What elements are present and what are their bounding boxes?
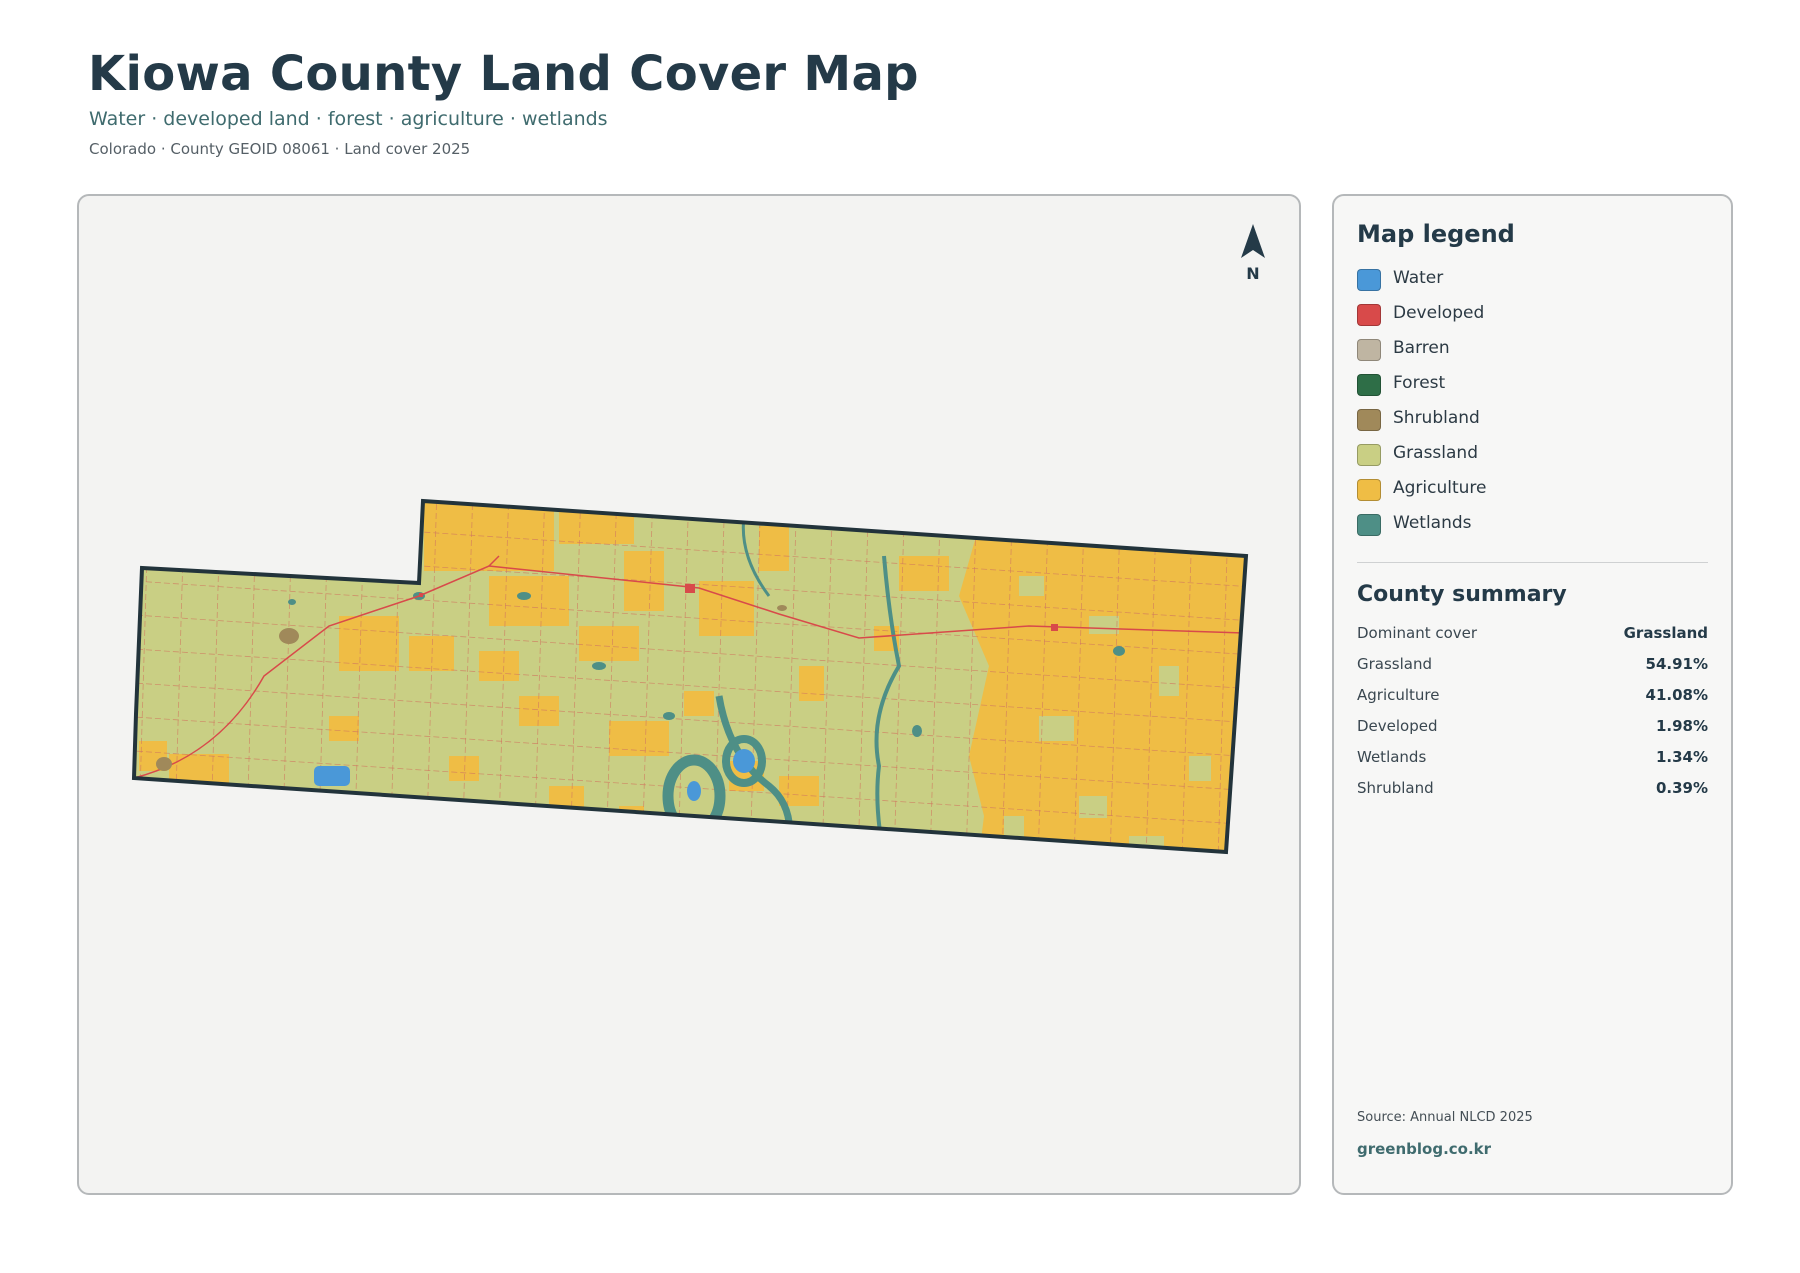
- water-body: [687, 781, 701, 801]
- summary-label: Grassland: [1357, 655, 1432, 673]
- legend-swatch: [1357, 339, 1381, 361]
- summary-table: Dominant cover Grassland Grassland 54.91% Ag…: [1357, 624, 1708, 810]
- agriculture-field: [559, 501, 634, 544]
- legend-item-agriculture: Agriculture: [1357, 476, 1487, 511]
- agriculture-field: [479, 651, 519, 681]
- grassland-patch: [1039, 716, 1074, 741]
- legend-item-water: Water: [1357, 266, 1487, 301]
- page-meta: Colorado · County GEOID 08061 · Land cov…: [89, 140, 471, 158]
- shrubland-patch: [156, 757, 172, 771]
- shrubland-patch: [777, 605, 787, 611]
- north-arrow-icon: [1241, 224, 1265, 258]
- legend-label: Wetlands: [1393, 513, 1472, 533]
- grassland-patch: [1089, 616, 1119, 634]
- legend-label: Forest: [1393, 373, 1446, 393]
- side-panel: Map legend Water Developed Barren Forest Shr…: [1332, 194, 1733, 1195]
- legend-item-grassland: Grassland: [1357, 441, 1487, 476]
- wetland-patch: [912, 725, 922, 737]
- page-title: Kiowa County Land Cover Map: [88, 46, 919, 102]
- summary-value: 41.08%: [1645, 686, 1708, 704]
- wetland-patch: [517, 592, 531, 600]
- legend-swatch: [1357, 374, 1381, 396]
- legend-swatch: [1357, 409, 1381, 431]
- section-road: [134, 851, 1246, 852]
- legend-item-forest: Forest: [1357, 371, 1487, 406]
- summary-value: 1.98%: [1655, 717, 1708, 735]
- developed-area: [685, 584, 695, 593]
- legend-item-shrubland: Shrubland: [1357, 406, 1487, 441]
- legend-swatch: [1357, 479, 1381, 501]
- agriculture-field: [684, 691, 714, 716]
- summary-label: Wetlands: [1357, 748, 1427, 766]
- map-panel[interactable]: N: [77, 194, 1301, 1195]
- legend-label: Developed: [1393, 303, 1485, 323]
- wetland-patch: [663, 712, 675, 720]
- agriculture-field: [699, 581, 754, 636]
- agriculture-field: [759, 526, 789, 571]
- summary-row: Dominant cover Grassland: [1357, 624, 1708, 655]
- legend-title: Map legend: [1357, 220, 1515, 248]
- wetland-patch: [592, 662, 606, 670]
- agriculture-east-block: [959, 526, 1246, 852]
- water-body: [733, 749, 755, 773]
- developed-area: [419, 593, 423, 597]
- legend-label: Water: [1393, 268, 1444, 288]
- legend-swatch: [1357, 514, 1381, 536]
- legend-item-developed: Developed: [1357, 301, 1487, 336]
- agriculture-field: [449, 756, 479, 781]
- panel-divider: [1357, 562, 1708, 563]
- summary-label: Dominant cover: [1357, 624, 1478, 642]
- grassland-patch: [1159, 666, 1179, 696]
- grassland-patch: [1189, 756, 1211, 781]
- agriculture-field: [409, 636, 454, 671]
- agriculture-field: [799, 666, 824, 701]
- summary-title: County summary: [1357, 582, 1567, 607]
- county-map[interactable]: [79, 196, 1299, 1193]
- page-subtitle: Water · developed land · forest · agricu…: [89, 108, 608, 130]
- legend-label: Agriculture: [1393, 478, 1487, 498]
- agriculture-field: [329, 716, 359, 741]
- legend-swatch: [1357, 444, 1381, 466]
- summary-row: Grassland 54.91%: [1357, 655, 1708, 686]
- legend-item-wetlands: Wetlands: [1357, 511, 1487, 546]
- source-note: Source: Annual NLCD 2025: [1357, 1110, 1533, 1125]
- summary-label: Developed: [1357, 717, 1438, 735]
- agriculture-field: [899, 556, 949, 591]
- summary-value: 1.34%: [1655, 748, 1708, 766]
- agriculture-field: [489, 576, 569, 626]
- shrubland-patch: [279, 628, 299, 644]
- wetland-patch: [288, 599, 296, 605]
- legend-swatch: [1357, 304, 1381, 326]
- agriculture-field: [609, 721, 669, 756]
- legend-list: Water Developed Barren Forest Shrubland Grass…: [1357, 266, 1487, 546]
- grassland-patch: [1019, 576, 1044, 596]
- agriculture-field: [579, 626, 639, 661]
- north-arrow: N: [1229, 224, 1277, 283]
- summary-label: Shrubland: [1357, 779, 1434, 797]
- agriculture-field: [424, 501, 554, 571]
- summary-row: Agriculture 41.08%: [1357, 686, 1708, 717]
- wetland-patch: [1113, 646, 1125, 656]
- water-body: [314, 766, 350, 786]
- legend-label: Shrubland: [1393, 408, 1480, 428]
- legend-swatch: [1357, 269, 1381, 291]
- legend-item-barren: Barren: [1357, 336, 1487, 371]
- site-credit: greenblog.co.kr: [1357, 1140, 1492, 1158]
- summary-value: 0.39%: [1655, 779, 1708, 797]
- north-label: N: [1246, 264, 1260, 283]
- developed-area: [1051, 624, 1058, 631]
- summary-value: 54.91%: [1645, 655, 1708, 673]
- summary-label: Agriculture: [1357, 686, 1440, 704]
- legend-label: Grassland: [1393, 443, 1478, 463]
- summary-row: Shrubland 0.39%: [1357, 779, 1708, 810]
- summary-value: Grassland: [1623, 624, 1708, 642]
- summary-row: Developed 1.98%: [1357, 717, 1708, 748]
- summary-row: Wetlands 1.34%: [1357, 748, 1708, 779]
- legend-label: Barren: [1393, 338, 1450, 358]
